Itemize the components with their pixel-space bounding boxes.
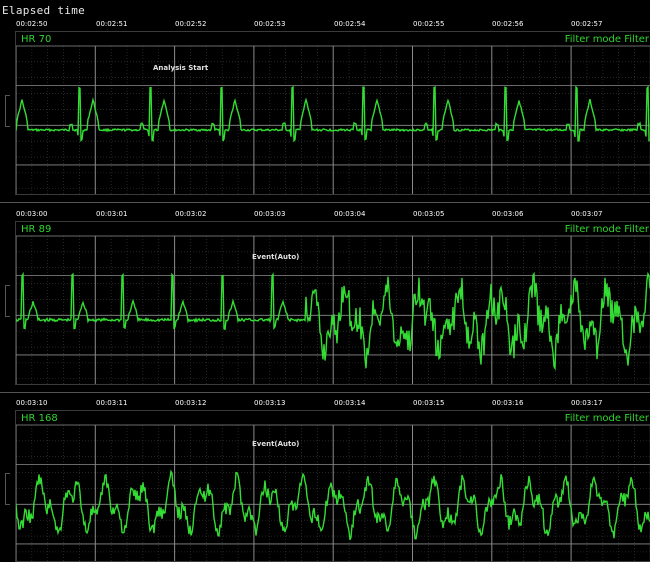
timestamp: 00:03:16 — [492, 399, 524, 407]
timestamp: 00:03:12 — [175, 399, 207, 407]
timestamp: 00:03:15 — [413, 399, 445, 407]
event-marker-label: Analysis Start — [153, 64, 209, 72]
event-marker-label: Event(Auto) — [252, 253, 300, 261]
filter-mode-label: Filter mode Filter — [564, 224, 649, 235]
strip-separator — [0, 392, 650, 393]
filter-mode-label: Filter mode Filter — [564, 413, 649, 424]
timestamp: 00:02:56 — [492, 20, 524, 28]
amplitude-scale-marker — [5, 473, 10, 505]
timestamp: 00:02:53 — [254, 20, 286, 28]
timestamp: 00:03:11 — [96, 399, 128, 407]
elapsed-time-title: Elapsed time — [2, 4, 86, 17]
timestamp: 00:03:10 — [16, 399, 48, 407]
timestamp: 00:02:57 — [571, 20, 603, 28]
ecg-strip-2[interactable]: HR 89 Filter mode Filter Event(Auto) — [15, 221, 650, 385]
heart-rate-label: HR 89 — [21, 224, 52, 235]
timestamp: 00:03:06 — [492, 210, 524, 218]
timestamp: 00:02:52 — [175, 20, 207, 28]
ecg-strip-3[interactable]: HR 168 Filter mode Filter Event(Auto) — [15, 410, 650, 562]
ecg-grid-and-trace — [16, 45, 650, 194]
timestamp: 00:03:03 — [254, 210, 286, 218]
timestamp: 00:03:13 — [254, 399, 286, 407]
timestamp: 00:02:51 — [96, 20, 128, 28]
timestamp: 00:03:04 — [334, 210, 366, 218]
event-marker-label: Event(Auto) — [252, 440, 300, 448]
ecg-grid-and-trace — [16, 235, 650, 384]
timestamp: 00:02:55 — [413, 20, 445, 28]
amplitude-scale-marker — [5, 95, 10, 127]
ecg-strip-1[interactable]: HR 70 Filter mode Filter Analysis Start — [15, 31, 650, 195]
timestamp: 00:03:01 — [96, 210, 128, 218]
timestamp: 00:03:02 — [175, 210, 207, 218]
timestamp: 00:03:07 — [571, 210, 603, 218]
timestamp: 00:02:54 — [334, 20, 366, 28]
timestamp: 00:03:05 — [413, 210, 445, 218]
ecg-grid-and-trace — [16, 424, 650, 561]
timestamp: 00:03:17 — [571, 399, 603, 407]
amplitude-scale-marker — [5, 285, 10, 317]
timestamp: 00:02:50 — [16, 20, 48, 28]
timestamp: 00:03:00 — [16, 210, 48, 218]
heart-rate-label: HR 70 — [21, 34, 52, 45]
filter-mode-label: Filter mode Filter — [564, 34, 649, 45]
strip-separator — [0, 202, 650, 203]
timestamp: 00:03:14 — [334, 399, 366, 407]
heart-rate-label: HR 168 — [21, 413, 58, 424]
